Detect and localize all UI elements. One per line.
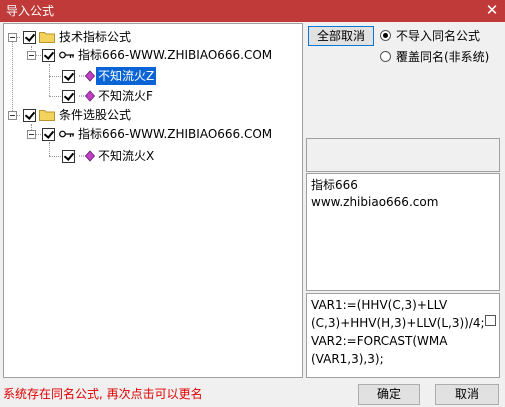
- code-line: VAR1:=(HHV(C,3)+LLV: [311, 298, 448, 312]
- item-checkbox[interactable]: [62, 70, 75, 83]
- info-panel: 指标666 www.zhibiao666.com: [306, 173, 500, 291]
- collapse-toggle[interactable]: [8, 33, 17, 42]
- code-checkbox[interactable]: [485, 315, 496, 326]
- radio-no-import[interactable]: [380, 30, 391, 41]
- formula-tree[interactable]: 技术指标公式 指标666-WWW.ZHIBIAO666.COM 不知流火Z 不知…: [3, 23, 303, 378]
- code-line: (VAR1,3),3);: [311, 352, 384, 366]
- info-website: www.zhibiao666.com: [311, 195, 439, 209]
- collapse-toggle[interactable]: [27, 130, 36, 139]
- window-title: 导入公式: [6, 4, 55, 18]
- radio-overwrite[interactable]: [380, 51, 391, 62]
- source-label: 指标666-WWW.ZHIBIAO666.COM: [78, 127, 273, 141]
- blank-panel: [306, 138, 500, 172]
- status-message: 系统存在同名公式, 再次点击可以更名: [3, 387, 203, 401]
- formula-icon: [79, 70, 96, 82]
- radio-overwrite-label: 覆盖同名(非系统): [396, 50, 490, 64]
- title-bar: 导入公式 ✕: [0, 0, 505, 22]
- key-icon: [59, 130, 74, 138]
- item-checkbox[interactable]: [62, 90, 75, 103]
- item-label: 不知流火X: [98, 149, 155, 163]
- folder-icon: [39, 110, 55, 121]
- close-icon[interactable]: ✕: [483, 1, 501, 19]
- item-label: 不知流火F: [98, 89, 153, 103]
- group-label: 条件选股公式: [59, 108, 132, 122]
- code-line: VAR2:=FORCAST(WMA: [311, 334, 448, 348]
- formula-icon: [79, 90, 96, 102]
- tree-item-f[interactable]: 不知流火F: [4, 87, 300, 105]
- formula-code-panel[interactable]: VAR1:=(HHV(C,3)+LLV (C,3)+HHV(H,3)+LLV(L…: [306, 293, 500, 378]
- source-checkbox[interactable]: [42, 128, 55, 141]
- group-label: 技术指标公式: [59, 30, 132, 44]
- tree-group-stock[interactable]: 条件选股公式: [4, 106, 300, 124]
- formula-icon: [79, 150, 96, 162]
- info-name: 指标666: [311, 178, 358, 192]
- tree-source-tech[interactable]: 指标666-WWW.ZHIBIAO666.COM: [4, 46, 300, 64]
- radio-no-import-label: 不导入同名公式: [396, 29, 481, 43]
- source-checkbox[interactable]: [42, 49, 55, 62]
- collapse-toggle[interactable]: [8, 111, 17, 120]
- folder-icon: [39, 32, 55, 43]
- item-label: 不知流火Z: [96, 67, 157, 85]
- tree-group-tech[interactable]: 技术指标公式: [4, 28, 300, 46]
- source-label: 指标666-WWW.ZHIBIAO666.COM: [78, 48, 273, 62]
- code-line: (C,3)+HHV(H,3)+LLV(L,3))/4;: [311, 316, 485, 330]
- cancel-button[interactable]: 取消: [435, 384, 499, 405]
- tree-item-z[interactable]: 不知流火Z: [4, 67, 300, 85]
- group-checkbox[interactable]: [23, 109, 36, 122]
- tree-item-x[interactable]: 不知流火X: [4, 147, 300, 165]
- collapse-toggle[interactable]: [27, 51, 36, 60]
- key-icon: [59, 51, 74, 59]
- item-checkbox[interactable]: [62, 150, 75, 163]
- cancel-all-button[interactable]: 全部取消: [308, 26, 374, 46]
- tree-source-stock[interactable]: 指标666-WWW.ZHIBIAO666.COM: [4, 125, 300, 143]
- ok-button[interactable]: 确定: [358, 384, 420, 405]
- group-checkbox[interactable]: [23, 31, 36, 44]
